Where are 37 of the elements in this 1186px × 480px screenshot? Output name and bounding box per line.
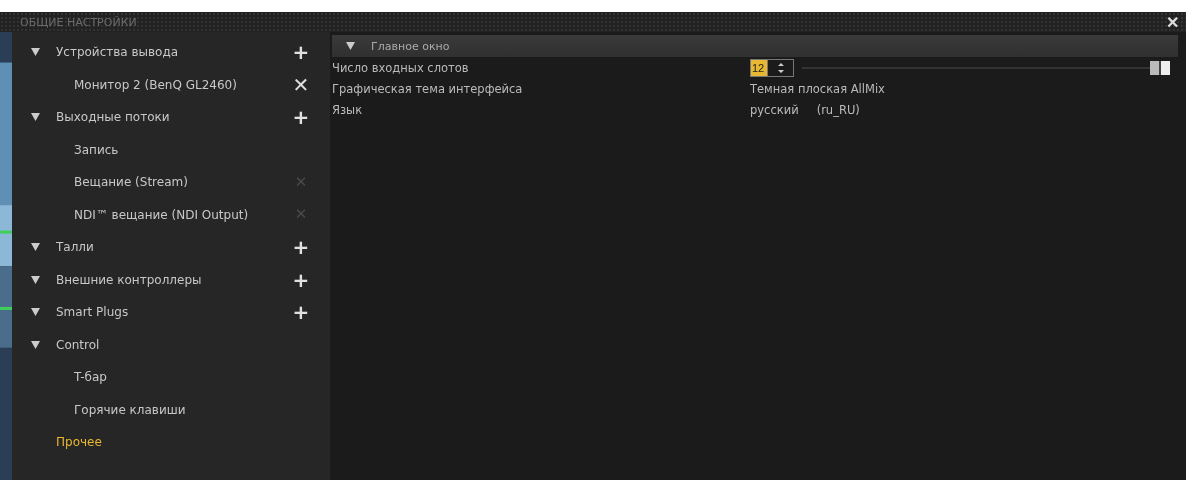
action-button[interactable]: + [292, 270, 310, 289]
expand-triangle-icon[interactable] [31, 308, 40, 317]
number-spinner[interactable]: 12 [750, 58, 794, 77]
sidebar-item[interactable]: Прочее [56, 435, 310, 450]
setting-value[interactable]: русский [750, 102, 799, 117]
sidebar-item[interactable]: Талли [56, 240, 292, 255]
sidebar-item[interactable]: Устройства вывода [56, 45, 292, 60]
expand-triangle-icon[interactable] [31, 340, 40, 349]
sidebar-item[interactable]: Выходные потоки [56, 110, 292, 125]
action-button[interactable]: + [292, 108, 310, 127]
sidebar-item[interactable]: Горячие клавиши [74, 402, 310, 417]
sidebar-item[interactable]: T-бар [74, 370, 310, 385]
section-header[interactable]: Главное окно [332, 35, 1178, 57]
action-button[interactable]: + [292, 303, 310, 322]
expand-triangle-icon[interactable] [31, 113, 40, 122]
expand-triangle-icon[interactable] [31, 243, 40, 252]
sidebar-item[interactable]: Внешние контроллеры [56, 272, 292, 287]
setting-label: Число входных слотов [332, 60, 470, 75]
action-button[interactable]: + [292, 238, 310, 257]
setting-label: Графическая тема интерфейса [332, 81, 524, 96]
slider-thumb[interactable] [1150, 60, 1170, 75]
sidebar-item[interactable]: Smart Plugs [56, 305, 292, 320]
window-title: ОБЩИЕ НАСТРОЙКИ [20, 15, 137, 29]
setting-value[interactable]: Темная плоская AllMix [750, 81, 885, 96]
expand-triangle-icon[interactable] [31, 48, 40, 57]
number-field[interactable]: 12 [751, 59, 767, 76]
sidebar-item[interactable]: Запись [74, 142, 310, 157]
language-code: (ru_RU) [816, 102, 860, 117]
action-button[interactable]: + [292, 43, 310, 62]
sidebar-item[interactable]: Control [56, 337, 310, 352]
action-button[interactable]: ✕ [292, 75, 310, 94]
close-button[interactable]: ✕ [1164, 13, 1180, 31]
expand-triangle-icon[interactable] [346, 42, 355, 50]
setting-label: Язык [332, 102, 364, 117]
section-title: Главное окно [371, 39, 450, 53]
sidebar-item[interactable]: Монитор 2 (BenQ GL2460) [74, 77, 292, 92]
expand-triangle-icon[interactable] [31, 275, 40, 284]
